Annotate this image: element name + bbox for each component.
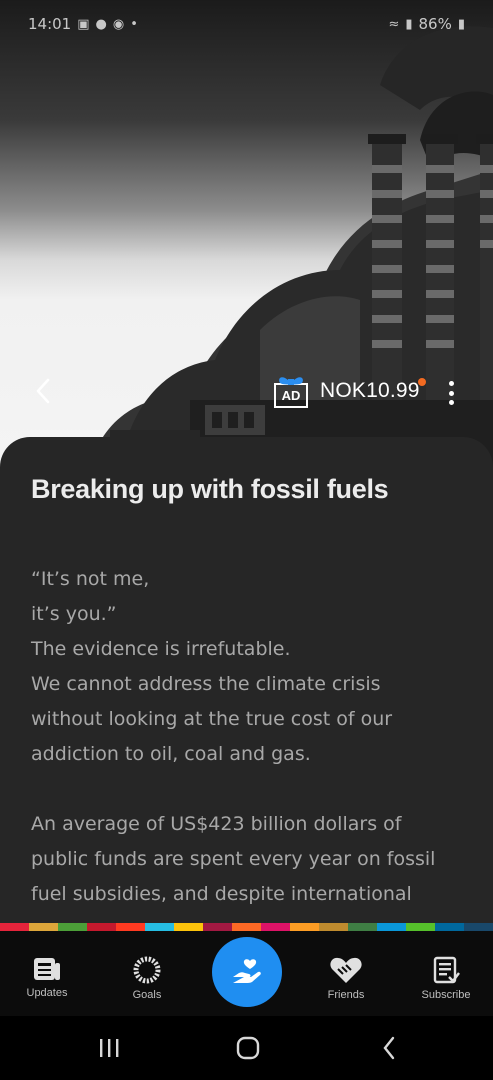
- sdg-color-segment: [29, 923, 58, 931]
- messenger-notification-icon: ◉: [112, 16, 125, 32]
- nav-updates-label: Updates: [26, 987, 68, 999]
- nav-goals[interactable]: Goals: [107, 955, 187, 1001]
- recents-icon: [100, 1039, 119, 1057]
- donate-center-button[interactable]: [212, 937, 282, 1007]
- article-line: “It’s not me,: [31, 568, 150, 590]
- ad-price: NOK10.99: [320, 379, 420, 402]
- sdg-color-segment: [406, 923, 435, 931]
- notification-dot: [418, 378, 426, 386]
- nav-goals-label: Goals: [132, 989, 162, 1001]
- article-line: addiction to oil, coal and gas.: [31, 743, 311, 765]
- sdg-color-segment: [377, 923, 406, 931]
- nav-friends-label: Friends: [327, 989, 365, 1001]
- status-right: ≈ ▮ 86% ▮: [388, 15, 465, 33]
- nav-subscribe-label: Subscribe: [421, 989, 471, 1001]
- article-line: An average of US$423 billion dollars of: [31, 813, 402, 835]
- article-line: fuel subsidies, and despite internationa…: [31, 883, 412, 905]
- ad-purchase-button[interactable]: AD NOK10.99: [272, 370, 420, 412]
- subscribe-list-icon: [433, 956, 460, 984]
- handshake-heart-icon: [330, 957, 362, 983]
- article-line: it’s you.”: [31, 603, 117, 625]
- snapchat-notification-icon: ●: [95, 16, 107, 32]
- battery-percent: 86%: [418, 15, 452, 33]
- chevron-left-icon: [36, 378, 50, 404]
- more-options-button[interactable]: [440, 378, 462, 408]
- sdg-color-segment: [261, 923, 290, 931]
- nav-subscribe[interactable]: Subscribe: [406, 955, 486, 1001]
- wifi-icon: ≈: [388, 16, 400, 32]
- hand-heart-icon: [233, 959, 261, 983]
- article-line: The evidence is irrefutable.: [31, 638, 291, 660]
- nav-updates[interactable]: Updates: [7, 955, 87, 999]
- sdg-wheel-icon: [133, 956, 161, 984]
- article-body: “It’s not me, it’s you.” The evidence is…: [31, 562, 461, 912]
- article-title: Breaking up with fossil fuels: [31, 474, 389, 504]
- system-navigation-bar: [0, 1016, 493, 1080]
- sdg-color-segment: [232, 923, 261, 931]
- sdg-color-segment: [203, 923, 232, 931]
- back-button[interactable]: [28, 372, 58, 410]
- sdg-color-segment: [319, 923, 348, 931]
- newspaper-icon: [34, 958, 60, 980]
- sdg-color-segment: [348, 923, 377, 931]
- more-vertical-icon-dot: [448, 390, 454, 396]
- nav-friends[interactable]: Friends: [306, 955, 386, 1001]
- sdg-color-strip: [0, 923, 493, 931]
- status-left: 14:01 ▣ ● ◉ •: [28, 15, 138, 33]
- gift-ad-icon: AD: [272, 373, 310, 409]
- status-time: 14:01: [28, 15, 72, 33]
- dot-indicator-icon: •: [130, 16, 138, 32]
- sdg-color-segment: [464, 923, 493, 931]
- sdg-color-segment: [435, 923, 464, 931]
- home-icon: [236, 1036, 260, 1060]
- more-vertical-icon: [448, 381, 454, 386]
- article-line: public funds are spent every year on fos…: [31, 848, 436, 870]
- sdg-color-segment: [290, 923, 319, 931]
- ad-label: AD: [281, 388, 301, 403]
- battery-icon: ▮: [457, 16, 465, 32]
- sdg-color-segment: [145, 923, 174, 931]
- sdg-color-segment: [58, 923, 87, 931]
- sdg-color-segment: [87, 923, 116, 931]
- article-line: without looking at the true cost of our: [31, 708, 393, 730]
- system-back-icon: [383, 1036, 395, 1060]
- more-vertical-icon-dot: [448, 400, 454, 405]
- sdg-color-segment: [0, 923, 29, 931]
- system-back-button[interactable]: [376, 1030, 402, 1066]
- status-bar: 14:01 ▣ ● ◉ • ≈ ▮ 86% ▮: [0, 0, 493, 48]
- article-line: We cannot address the climate crisis: [31, 673, 381, 695]
- gallery-notification-icon: ▣: [77, 16, 90, 32]
- sdg-color-segment: [116, 923, 145, 931]
- sdg-color-segment: [174, 923, 203, 931]
- recents-button[interactable]: [96, 1030, 122, 1066]
- home-button[interactable]: [234, 1030, 262, 1066]
- signal-icon: ▮: [405, 16, 413, 32]
